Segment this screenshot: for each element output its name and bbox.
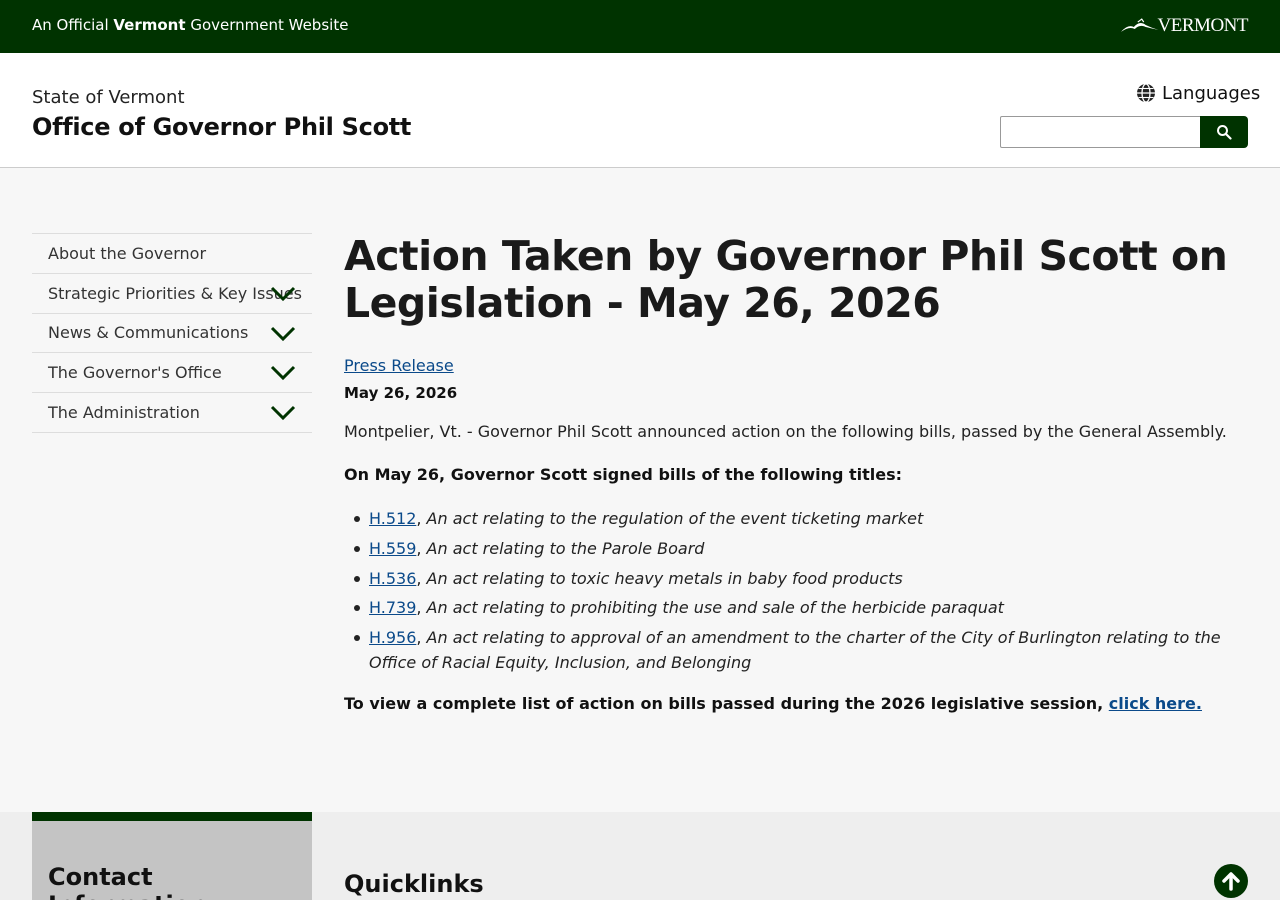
view-all-paragraph: To view a complete list of action on bil… xyxy=(344,694,1202,713)
search-button[interactable] xyxy=(1200,116,1248,148)
official-suffix: Government Website xyxy=(185,16,349,34)
sidebar-item-label: About the Governor xyxy=(48,243,207,263)
list-item: H.739, An act relating to prohibiting th… xyxy=(344,595,1248,620)
official-banner: An Official Vermont Government Website V… xyxy=(0,0,1280,53)
bill-list: H.512, An act relating to the regulation… xyxy=(344,506,1248,680)
chevron-down-icon[interactable] xyxy=(270,284,296,302)
sidebar-item-news-communications[interactable]: News & Communications xyxy=(32,314,312,354)
bill-title: An act relating to toxic heavy metals in… xyxy=(426,568,903,588)
list-item: H.956, An act relating to approval of an… xyxy=(344,625,1248,675)
signed-bills-heading: On May 26, Governor Scott signed bills o… xyxy=(344,465,903,484)
side-navigation: About the Governor Strategic Priorities … xyxy=(32,233,312,433)
chevron-down-icon[interactable] xyxy=(270,324,296,342)
click-here-link[interactable]: click here. xyxy=(1109,694,1202,713)
release-date: May 26, 2026 xyxy=(344,384,458,402)
chevron-down-icon[interactable] xyxy=(270,363,296,381)
list-item: H.559, An act relating to the Parole Boa… xyxy=(344,536,1248,561)
bill-title: An act relating to the Parole Board xyxy=(426,538,705,558)
languages-label: Languages xyxy=(1162,82,1261,104)
bill-link-h536[interactable]: H.536 xyxy=(369,569,416,588)
page-title: Action Taken by Governor Phil Scott on L… xyxy=(344,232,1228,327)
press-release-link[interactable]: Press Release xyxy=(344,356,454,375)
official-state: Vermont xyxy=(113,16,186,34)
site-header: State of Vermont Office of Governor Phil… xyxy=(0,53,1280,168)
list-item: H.512, An act relating to the regulation… xyxy=(344,506,1248,531)
bill-title: An act relating to approval of an amendm… xyxy=(369,628,1221,673)
chevron-down-icon[interactable] xyxy=(270,403,296,421)
site-footer: Contact Information Quicklinks xyxy=(0,812,1280,900)
mountain-logo-icon xyxy=(1120,18,1159,32)
main-content: Action Taken by Governor Phil Scott on L… xyxy=(344,232,1248,714)
sidebar-item-administration[interactable]: The Administration xyxy=(32,393,312,433)
bill-title: An act relating to prohibiting the use a… xyxy=(426,598,1004,618)
view-all-text: To view a complete list of action on bil… xyxy=(344,694,1109,713)
sidebar-item-label: News & Communications xyxy=(48,323,249,343)
back-to-top-button[interactable] xyxy=(1214,864,1248,898)
bill-link-h739[interactable]: H.739 xyxy=(369,598,416,617)
arrow-up-icon xyxy=(1222,872,1240,891)
quicklinks-heading: Quicklinks xyxy=(344,870,484,898)
sidebar-item-label: The Governor's Office xyxy=(48,363,222,383)
bill-title: An act relating to the regulation of the… xyxy=(426,509,924,528)
sidebar-item-about-governor[interactable]: About the Governor xyxy=(32,234,312,274)
search-input[interactable] xyxy=(1000,116,1201,148)
sidebar-item-label: The Administration xyxy=(48,403,200,423)
globe-icon xyxy=(1137,83,1155,103)
sidebar-item-governors-office[interactable]: The Governor's Office xyxy=(32,353,312,394)
intro-paragraph: Montpelier, Vt. - Governor Phil Scott an… xyxy=(344,422,1227,441)
contact-panel: Contact Information xyxy=(32,812,312,900)
list-item: H.536, An act relating to toxic heavy me… xyxy=(344,566,1248,591)
sidebar-item-strategic-priorities[interactable]: Strategic Priorities & Key Issues xyxy=(32,274,312,314)
official-site-label: An Official Vermont Government Website xyxy=(32,16,348,34)
bill-link-h512[interactable]: H.512 xyxy=(369,509,416,528)
search-icon xyxy=(1217,125,1232,140)
sidebar-item-label: Strategic Priorities & Key Issues xyxy=(48,283,302,303)
vermont-logo[interactable]: VERMONT xyxy=(1120,14,1249,38)
bill-link-h559[interactable]: H.559 xyxy=(369,539,416,558)
bill-link-h956[interactable]: H.956 xyxy=(369,628,416,647)
state-label: State of Vermont xyxy=(32,87,185,108)
site-title[interactable]: Office of Governor Phil Scott xyxy=(32,113,411,141)
contact-heading: Contact Information xyxy=(48,863,207,900)
official-prefix: An Official xyxy=(32,16,114,34)
vermont-logo-text: VERMONT xyxy=(1157,15,1249,36)
languages-button[interactable]: Languages xyxy=(1136,81,1260,105)
